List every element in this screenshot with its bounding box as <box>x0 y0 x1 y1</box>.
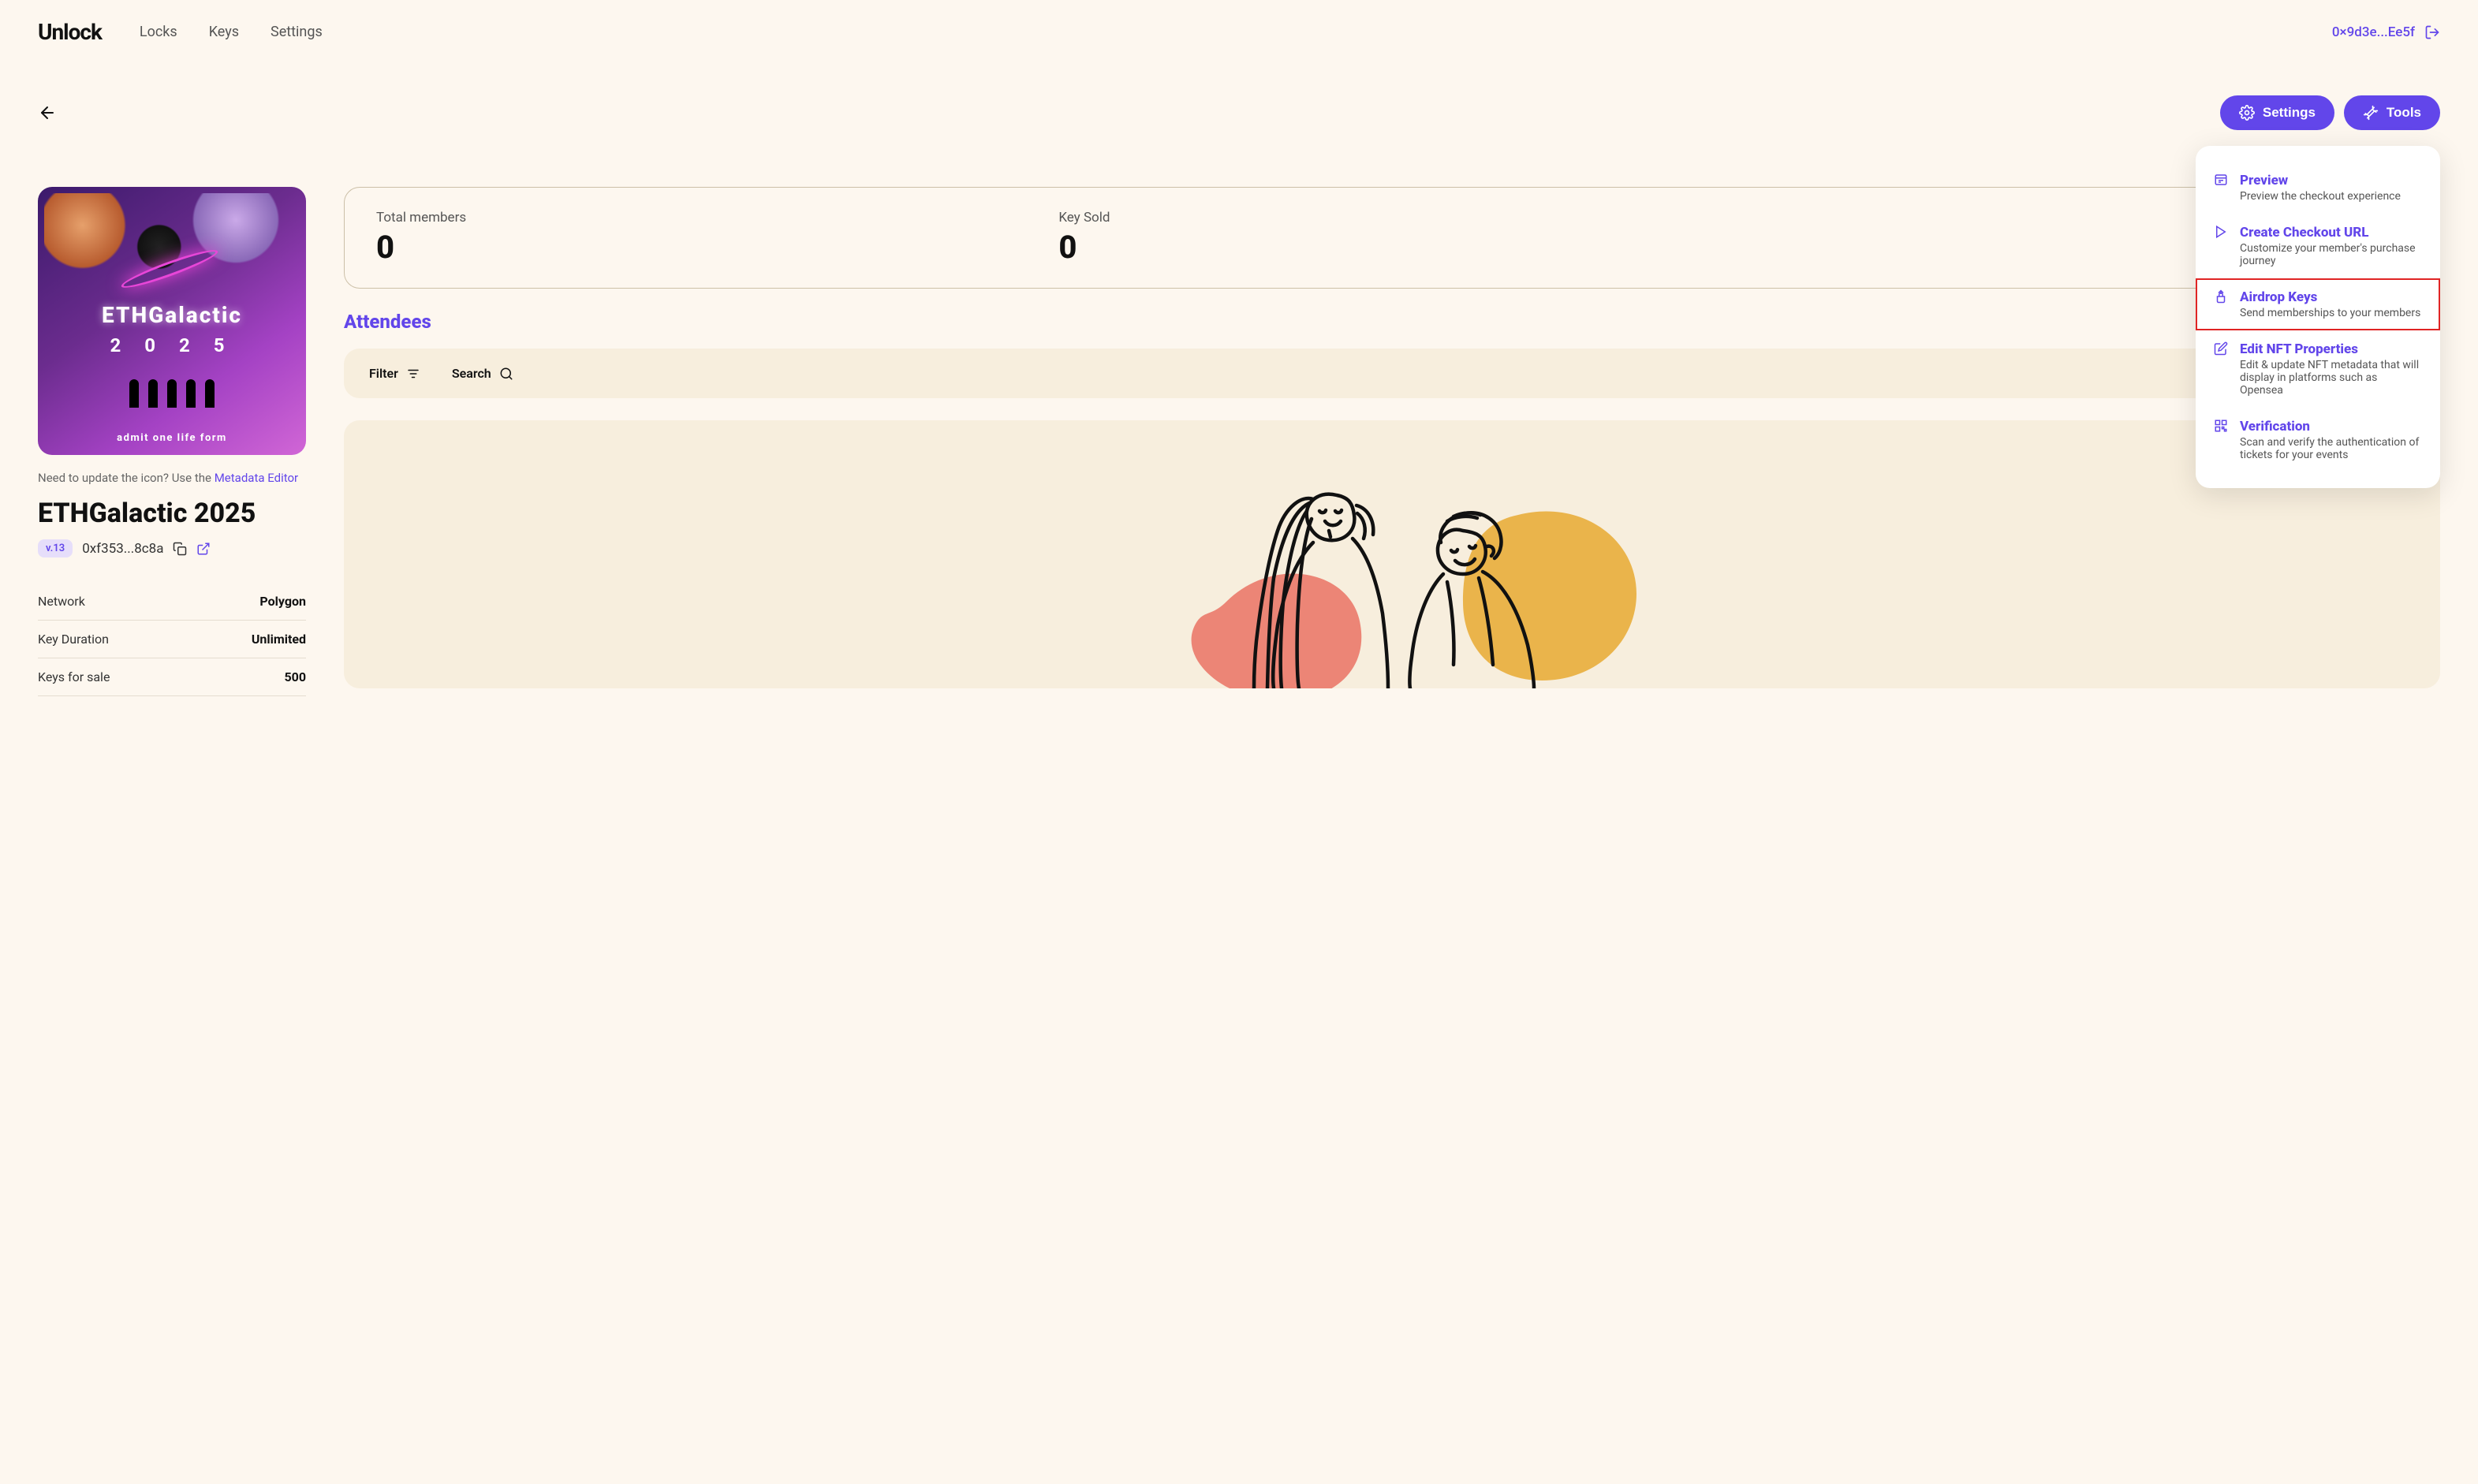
main-nav: Locks Keys Settings <box>140 24 323 40</box>
copy-icon <box>173 542 187 556</box>
qr-icon <box>2213 419 2229 461</box>
tool-preview[interactable]: Preview Preview the checkout experience <box>2196 162 2440 214</box>
tool-nft-title: Edit NFT Properties <box>2240 341 2423 357</box>
nav-locks[interactable]: Locks <box>140 24 177 40</box>
stat-key-sold: Key Sold 0 <box>1058 210 1725 266</box>
tool-verification[interactable]: Verification Scan and verify the authent… <box>2196 408 2440 472</box>
tool-nft-desc: Edit & update NFT metadata that will dis… <box>2240 359 2423 397</box>
nav-settings[interactable]: Settings <box>271 24 323 40</box>
back-button[interactable] <box>38 103 57 122</box>
app-header: Unlock Locks Keys Settings 0×9d3e...Ee5f <box>0 0 2478 64</box>
tools-button[interactable]: Tools <box>2344 95 2440 130</box>
detail-network: Network Polygon <box>38 583 306 621</box>
right-column: Total members 0 Key Sold 0 Attendees Fil… <box>344 187 2440 696</box>
play-icon <box>2213 225 2229 267</box>
search-icon <box>499 367 513 381</box>
metadata-editor-link[interactable]: Metadata Editor <box>215 471 298 485</box>
tool-edit-nft[interactable]: Edit NFT Properties Edit & update NFT me… <box>2196 330 2440 408</box>
people-illustration <box>449 420 2335 688</box>
empty-state-illustration <box>344 420 2440 688</box>
wallet-button[interactable]: 0×9d3e...Ee5f <box>2332 24 2440 40</box>
tool-verify-desc: Scan and verify the authentication of ti… <box>2240 436 2423 461</box>
tool-airdrop-title: Airdrop Keys <box>2240 289 2420 305</box>
tool-checkout-title: Create Checkout URL <box>2240 225 2423 240</box>
tools-button-label: Tools <box>2387 105 2421 121</box>
lock-card: ETHGalactic 2 0 2 5 admit one life form … <box>38 187 306 696</box>
wallet-address: 0×9d3e...Ee5f <box>2332 24 2415 40</box>
logout-icon <box>2424 24 2440 40</box>
icon-hint: Need to update the icon? Use the Metadat… <box>38 471 306 485</box>
filter-icon <box>406 367 420 381</box>
search-button[interactable]: Search <box>452 366 513 381</box>
tools-dropdown: Preview Preview the checkout experience … <box>2196 146 2440 488</box>
list-toolbar: Filter Search <box>344 349 2440 398</box>
tool-preview-title: Preview <box>2240 173 2401 188</box>
action-buttons: Settings Tools Preview Preview the check… <box>2220 95 2440 130</box>
preview-icon <box>2213 173 2229 203</box>
nav-keys[interactable]: Keys <box>209 24 239 40</box>
detail-keys-for-sale: Keys for sale 500 <box>38 658 306 696</box>
lock-image-title: ETHGalactic <box>102 302 242 328</box>
settings-button-label: Settings <box>2263 105 2316 121</box>
version-badge: v.13 <box>38 539 73 557</box>
lock-details: Network Polygon Key Duration Unlimited K… <box>38 583 306 696</box>
stat-total-members: Total members 0 <box>376 210 1043 266</box>
tool-create-checkout[interactable]: Create Checkout URL Customize your membe… <box>2196 214 2440 278</box>
tool-checkout-desc: Customize your member's purchase journey <box>2240 242 2423 267</box>
lock-image-year: 2 0 2 5 <box>110 334 234 356</box>
tool-airdrop-desc: Send memberships to your members <box>2240 307 2420 319</box>
view-on-explorer-button[interactable] <box>196 542 211 556</box>
detail-duration: Key Duration Unlimited <box>38 621 306 658</box>
airdrop-icon <box>2213 289 2229 319</box>
logo[interactable]: Unlock <box>38 19 102 45</box>
lock-title: ETHGalactic 2025 <box>38 499 306 528</box>
external-link-icon <box>196 542 211 556</box>
gear-icon <box>2239 105 2255 121</box>
tools-icon <box>2363 105 2379 121</box>
tool-verify-title: Verification <box>2240 419 2423 434</box>
filter-button[interactable]: Filter <box>369 366 420 381</box>
edit-icon <box>2213 341 2229 397</box>
tool-airdrop-keys[interactable]: Airdrop Keys Send memberships to your me… <box>2196 278 2440 330</box>
header-left: Unlock Locks Keys Settings <box>38 19 323 45</box>
lock-address: 0xf353...8c8a <box>82 541 163 557</box>
arrow-left-icon <box>38 103 57 122</box>
attendees-heading: Attendees <box>344 311 2440 333</box>
lock-image: ETHGalactic 2 0 2 5 admit one life form <box>38 187 306 455</box>
copy-address-button[interactable] <box>173 542 187 556</box>
tool-preview-desc: Preview the checkout experience <box>2240 190 2401 203</box>
lock-image-admit: admit one life form <box>117 432 227 444</box>
stats-box: Total members 0 Key Sold 0 <box>344 187 2440 289</box>
settings-button[interactable]: Settings <box>2220 95 2334 130</box>
